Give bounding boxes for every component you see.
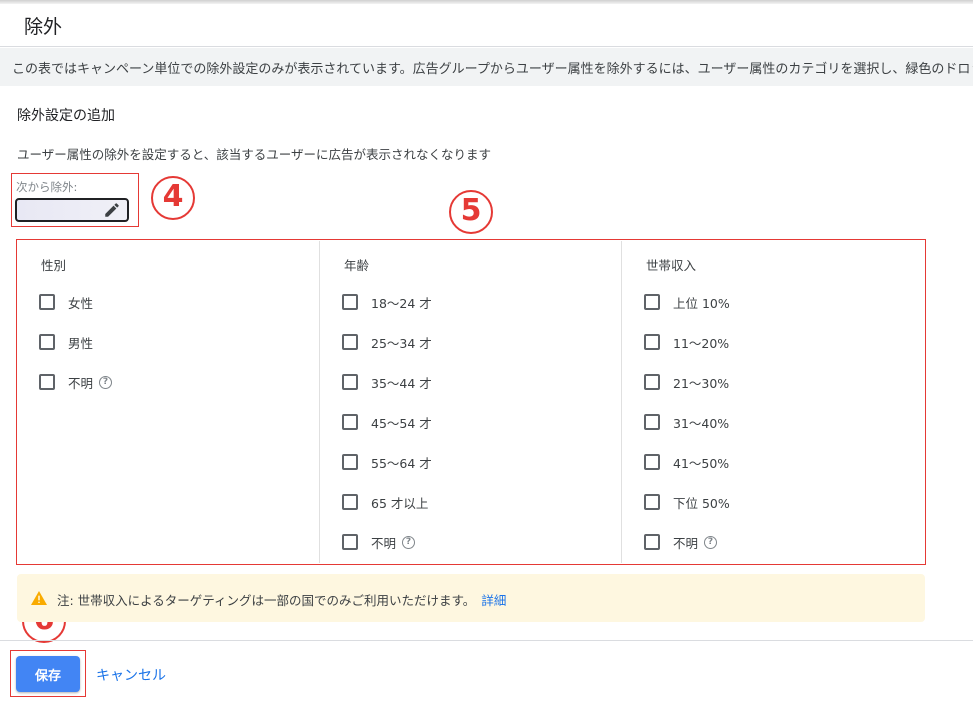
checkbox[interactable] [342, 294, 358, 310]
save-button[interactable]: 保存 [16, 656, 80, 692]
option-label: 55～64 才 [371, 455, 432, 471]
warning-icon [31, 591, 47, 605]
section-description: ユーザー属性の除外を設定すると、該当するユーザーに広告が表示されなくなります [17, 147, 492, 162]
option-gender-2[interactable]: 不明? [39, 371, 113, 393]
column-header-age: 年齢 [344, 258, 370, 273]
annotation-step-5: 5 [449, 190, 493, 234]
help-icon[interactable]: ? [402, 535, 416, 549]
page-header: 除外 [0, 4, 973, 47]
help-icon[interactable]: ? [99, 375, 113, 389]
checkbox[interactable] [342, 534, 358, 550]
checkbox[interactable] [644, 454, 660, 470]
exclude-from-label: 次から除外: [16, 180, 78, 194]
checkbox[interactable] [39, 334, 55, 350]
details-link[interactable]: 詳細 [481, 593, 506, 608]
column-household-income: 世帯収入上位 10% 11～20% 21～30% 31～40% 41～50% 下位 50%… [622, 240, 924, 563]
section-title: 除外設定の追加 [17, 108, 115, 124]
option-label: 31～40% [673, 415, 730, 431]
column-gender: 性別女性男性不明? [17, 240, 319, 563]
checkbox[interactable] [644, 374, 660, 390]
option-label: 男性 [68, 335, 94, 351]
checkbox[interactable] [644, 334, 660, 350]
page-title: 除外 [24, 16, 63, 38]
option-income-5[interactable]: 下位 50% [644, 491, 730, 513]
option-label: 不明 [371, 535, 397, 551]
option-label: 下位 50% [673, 495, 730, 511]
checkbox[interactable] [644, 294, 660, 310]
option-label: 上位 10% [673, 295, 730, 311]
notice-message: 注: 世帯収入によるターゲティングは一部の国でのみご利用いただけます。 [57, 593, 476, 608]
notice-text: 注: 世帯収入によるターゲティングは一部の国でのみご利用いただけます。 詳細 [57, 590, 506, 609]
cancel-button[interactable]: キャンセル [96, 665, 166, 685]
checkbox[interactable] [39, 374, 55, 390]
column-header-income: 世帯収入 [646, 258, 697, 273]
option-label: 35～44 才 [371, 375, 432, 391]
option-income-2[interactable]: 21～30% [644, 371, 729, 393]
checkbox[interactable] [644, 534, 660, 550]
option-age-5[interactable]: 65 才以上 [342, 491, 428, 513]
option-label: 41～50% [673, 455, 730, 471]
option-income-0[interactable]: 上位 10% [644, 291, 730, 313]
column-age: 年齢 18～24 才 25～34 才 35～44 才 45～54 才 55～64 才 65 … [320, 240, 622, 563]
notice-banner: 注: 世帯収入によるターゲティングは一部の国でのみご利用いただけます。 詳細 [17, 574, 925, 622]
option-label: 不明 [673, 535, 699, 551]
info-text: この表ではキャンペーン単位での除外設定のみが表示されています。広告グループからユ… [12, 62, 973, 77]
checkbox[interactable] [39, 294, 55, 310]
option-gender-0[interactable]: 女性 [39, 291, 93, 313]
option-income-1[interactable]: 11～20% [644, 331, 729, 353]
option-age-4[interactable]: 55～64 才 [342, 451, 432, 473]
option-age-3[interactable]: 45～54 才 [342, 411, 432, 433]
help-icon[interactable]: ? [704, 535, 718, 549]
option-income-3[interactable]: 31～40% [644, 411, 729, 433]
option-gender-1[interactable]: 男性 [39, 331, 93, 353]
option-label: 11～20% [673, 335, 730, 351]
checkbox[interactable] [342, 414, 358, 430]
checkbox[interactable] [342, 454, 358, 470]
option-age-0[interactable]: 18～24 才 [342, 291, 432, 313]
annotation-step-4: 4 [151, 176, 195, 220]
option-age-2[interactable]: 35～44 才 [342, 371, 432, 393]
checkbox[interactable] [644, 414, 660, 430]
checkbox[interactable] [644, 494, 660, 510]
option-label: 不明 [68, 375, 94, 391]
checkbox[interactable] [342, 494, 358, 510]
info-bar: この表ではキャンペーン単位での除外設定のみが表示されています。広告グループからユ… [0, 48, 973, 86]
column-header-gender: 性別 [41, 258, 67, 273]
edit-pencil-icon[interactable] [103, 201, 121, 219]
option-label: 18～24 才 [371, 295, 432, 311]
option-age-1[interactable]: 25～34 才 [342, 331, 432, 353]
checkbox[interactable] [342, 334, 358, 350]
option-label: 女性 [68, 295, 94, 311]
option-label: 65 才以上 [371, 495, 429, 511]
option-label: 25～34 才 [371, 335, 432, 351]
option-age-6[interactable]: 不明? [342, 531, 416, 553]
checkbox[interactable] [342, 374, 358, 390]
option-income-4[interactable]: 41～50% [644, 451, 729, 473]
exclude-from-field[interactable] [15, 198, 129, 222]
option-income-6[interactable]: 不明? [644, 531, 718, 553]
option-label: 45～54 才 [371, 415, 432, 431]
option-label: 21～30% [673, 375, 730, 391]
